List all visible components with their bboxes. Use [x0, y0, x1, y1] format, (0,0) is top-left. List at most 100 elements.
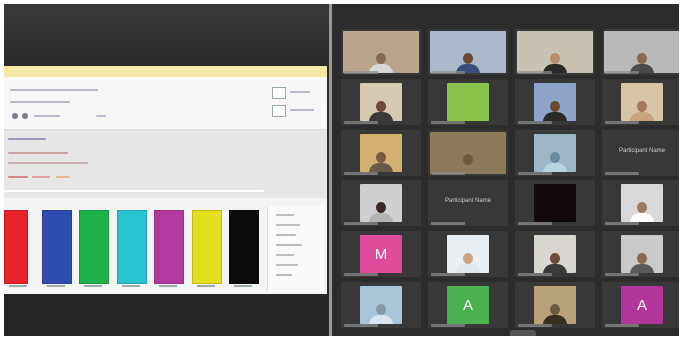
color-swatch-green — [79, 210, 109, 284]
shared-document — [4, 66, 327, 294]
participant-video — [343, 31, 419, 73]
color-swatch-strip — [4, 206, 264, 292]
person-silhouette — [630, 51, 654, 73]
person-silhouette — [369, 302, 393, 324]
participant-video — [604, 31, 679, 73]
person-silhouette — [630, 200, 654, 222]
meeting-window: Participant Name Participant Name M A A — [4, 4, 679, 336]
avatar-initial — [447, 83, 489, 121]
participant-name-label — [344, 222, 378, 225]
participant-name-label — [605, 71, 639, 74]
person-silhouette — [630, 251, 654, 273]
participant-tile[interactable] — [428, 231, 508, 277]
participant-tile[interactable] — [602, 180, 679, 226]
participant-name-label — [431, 273, 465, 276]
participant-tile[interactable]: Participant Name — [602, 130, 679, 176]
participant-name-label — [431, 324, 465, 327]
color-swatch-red — [4, 210, 28, 284]
participant-gallery: Participant Name Participant Name M A A — [332, 4, 679, 336]
participant-video — [360, 286, 402, 324]
participant-tile[interactable] — [602, 29, 679, 75]
participant-tile[interactable] — [602, 231, 679, 277]
participant-video — [534, 235, 576, 273]
color-swatch-black — [229, 210, 259, 284]
swatch-caption — [84, 285, 102, 287]
participant-name-label — [605, 121, 639, 124]
gallery-handle[interactable] — [510, 330, 536, 336]
participant-name-label — [605, 222, 639, 225]
participant-tile[interactable]: Participant Name — [428, 180, 508, 226]
participant-video — [517, 31, 593, 73]
participant-tile[interactable] — [341, 29, 421, 75]
participant-tile[interactable] — [515, 29, 595, 75]
participant-video — [430, 31, 506, 73]
participant-tile[interactable] — [428, 130, 508, 176]
participant-name-label — [431, 121, 465, 124]
avatar: M — [360, 235, 402, 273]
document-title-bar — [4, 66, 327, 77]
participant-tile[interactable]: A — [428, 282, 508, 328]
participant-tile[interactable] — [341, 130, 421, 176]
person-silhouette — [543, 99, 567, 121]
person-silhouette — [630, 99, 654, 121]
avatar: A — [447, 286, 489, 324]
participant-name: Participant Name — [444, 198, 492, 204]
participant-video — [447, 235, 489, 273]
participant-video — [621, 184, 663, 222]
participant-video — [360, 83, 402, 121]
participant-tile[interactable] — [515, 180, 595, 226]
participant-name-label — [344, 71, 378, 74]
participant-tile[interactable] — [515, 130, 595, 176]
participant-name-label — [518, 273, 552, 276]
participant-name-label — [518, 121, 552, 124]
participant-tile[interactable] — [515, 282, 595, 328]
color-swatch-blue — [41, 210, 72, 284]
color-swatch-cyan — [116, 210, 147, 284]
participant-tile[interactable] — [515, 79, 595, 125]
participant-name-label — [518, 71, 552, 74]
participant-tile[interactable] — [602, 79, 679, 125]
participant-name-label — [344, 172, 378, 175]
participant-tile[interactable] — [341, 180, 421, 226]
participant-tile[interactable] — [428, 29, 508, 75]
avatar: A — [621, 286, 663, 324]
person-silhouette — [456, 152, 480, 174]
participant-tile[interactable] — [341, 79, 421, 125]
participant-name-label — [344, 121, 378, 124]
participant-tile[interactable] — [428, 79, 508, 125]
participant-video — [360, 184, 402, 222]
participant-tile[interactable]: A — [602, 282, 679, 328]
participant-name-label — [605, 172, 639, 175]
participant-name: Participant Name — [618, 148, 666, 154]
person-silhouette — [456, 251, 480, 273]
avatar-initial — [534, 184, 576, 222]
person-silhouette — [369, 51, 393, 73]
swatch-caption — [121, 285, 140, 287]
swatch-caption — [9, 285, 27, 287]
participant-name-label — [518, 222, 552, 225]
participant-video — [430, 132, 506, 174]
color-swatch-yellow — [191, 210, 222, 284]
participant-name-label — [431, 71, 465, 74]
swatch-caption — [159, 285, 177, 287]
avatar-initial: A — [636, 296, 647, 314]
person-silhouette — [543, 251, 567, 273]
avatar-initial: M — [374, 245, 388, 263]
participant-name-label — [431, 172, 465, 175]
avatar — [447, 83, 489, 121]
participant-video — [534, 286, 576, 324]
document-toolbar — [4, 77, 327, 130]
participant-name-label — [344, 324, 378, 327]
participant-tile[interactable] — [341, 282, 421, 328]
avatar — [534, 184, 576, 222]
color-swatch-magenta — [154, 210, 184, 284]
person-silhouette — [369, 99, 393, 121]
person-silhouette — [543, 51, 567, 73]
person-silhouette — [369, 200, 393, 222]
person-silhouette — [543, 150, 567, 172]
person-silhouette — [369, 150, 393, 172]
participant-tile[interactable]: M — [341, 231, 421, 277]
participant-tile[interactable] — [515, 231, 595, 277]
document-content — [4, 130, 327, 198]
participant-name-label — [518, 324, 552, 327]
